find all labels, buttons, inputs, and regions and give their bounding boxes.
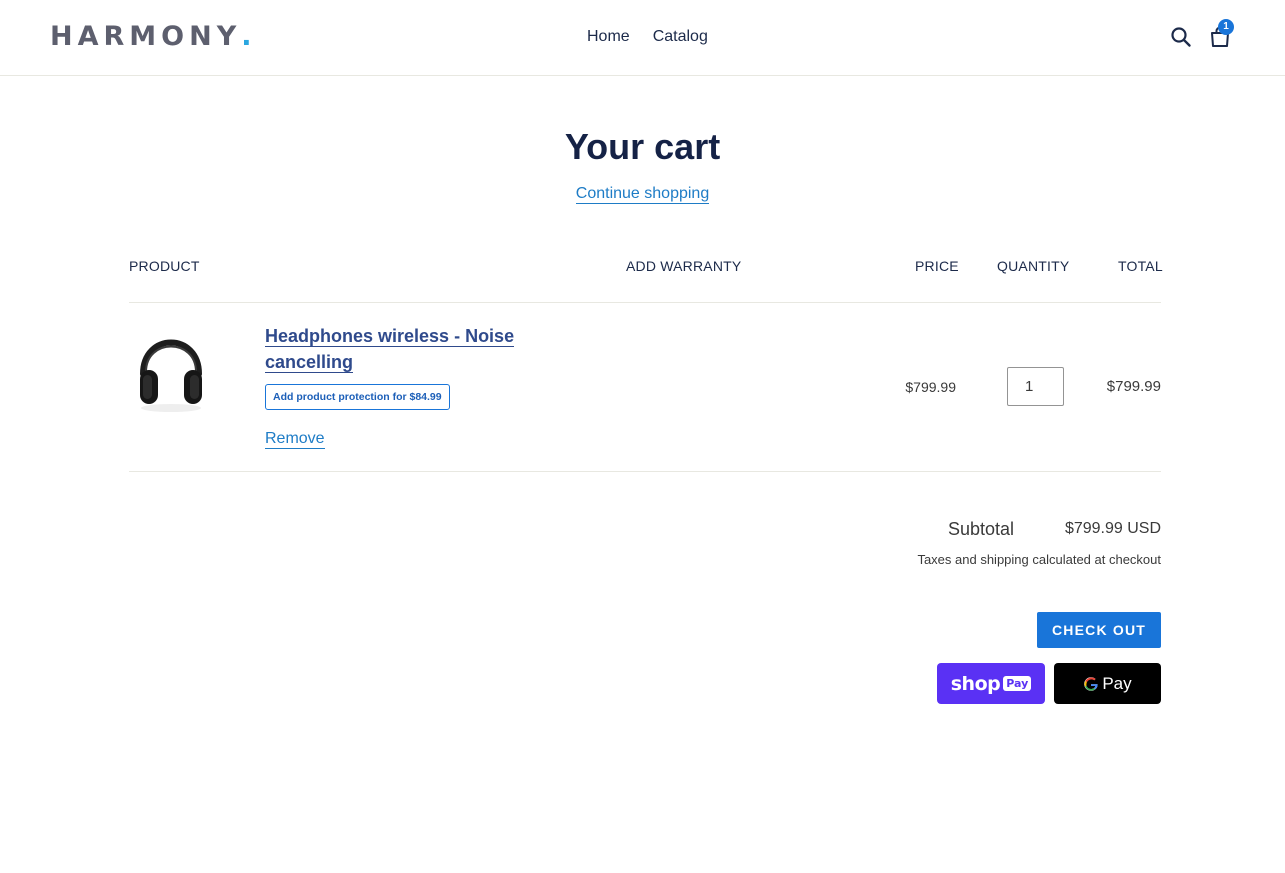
continue-shopping-wrap: Continue shopping	[0, 184, 1285, 204]
page-title: Your cart	[564, 126, 721, 167]
google-g-icon	[1084, 676, 1098, 691]
tax-shipping-note: Taxes and shipping calculated at checkou…	[917, 552, 1161, 567]
shop-pay-shop-text: shop	[950, 672, 1001, 695]
product-title-link[interactable]: Headphones wireless - Noise cancelling	[265, 323, 535, 375]
nav-catalog-link[interactable]: Catalog	[653, 27, 708, 47]
google-pay-button[interactable]: Pay	[1054, 663, 1161, 704]
col-header-warranty: ADD WARRANTY	[626, 258, 742, 274]
col-header-quantity: QUANTITY	[997, 258, 1070, 274]
main-nav: Home Catalog	[587, 27, 708, 47]
subtotal-value: $799.99 USD	[1064, 520, 1161, 537]
table-divider-bottom	[129, 471, 1161, 472]
quantity-input[interactable]	[1007, 367, 1064, 406]
add-product-protection-button[interactable]: Add product protection for $84.99	[265, 384, 450, 410]
continue-shopping-link[interactable]: Continue shopping	[575, 185, 710, 204]
col-header-price: PRICE	[915, 258, 959, 274]
subtotal-label: Subtotal	[947, 519, 1014, 539]
shop-pay-button[interactable]: shop Pay	[937, 663, 1045, 704]
table-divider-top	[129, 302, 1161, 303]
remove-item-link[interactable]: Remove	[265, 429, 325, 449]
headphones-image[interactable]	[134, 322, 208, 414]
checkout-button[interactable]: CHECK OUT	[1037, 612, 1161, 648]
item-total: $799.99	[1106, 378, 1161, 395]
site-header: HARMONY. Home Catalog 1	[0, 0, 1285, 76]
col-header-product: PRODUCT	[129, 258, 200, 274]
google-pay-pay-text: Pay	[1102, 673, 1132, 693]
col-header-total: TOTAL	[1118, 258, 1163, 274]
item-price: $799.99	[905, 379, 956, 395]
search-icon[interactable]	[1170, 26, 1192, 48]
nav-home-link[interactable]: Home	[587, 27, 630, 47]
logo-text: HARMONY	[50, 21, 242, 52]
cart-count-badge: 1	[1218, 19, 1234, 35]
shop-pay-pay-text: Pay	[1003, 676, 1032, 691]
harmony-logo[interactable]: HARMONY.	[50, 22, 252, 52]
product-title-text: Headphones wireless - Noise cancelling	[265, 326, 515, 373]
logo-dot: .	[241, 21, 252, 52]
